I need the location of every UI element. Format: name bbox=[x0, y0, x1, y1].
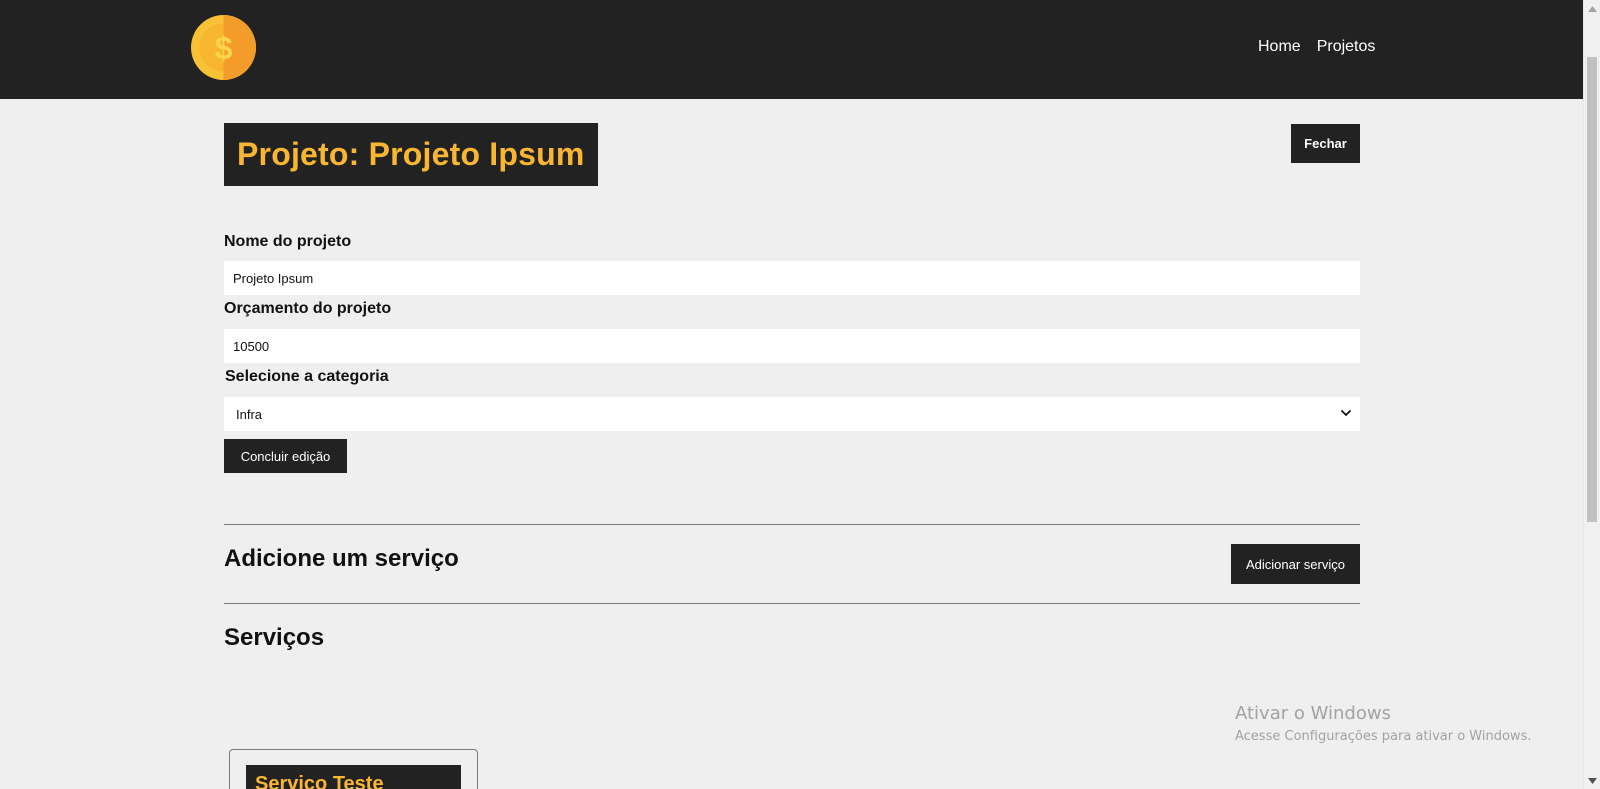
add-service-title: Adicione um serviço bbox=[224, 545, 459, 572]
nav-link-home[interactable]: Home bbox=[1258, 38, 1301, 56]
service-card-title-box: Serviço Teste bbox=[246, 765, 461, 789]
project-budget-input[interactable]: 10500 bbox=[224, 329, 1360, 363]
nav-link-projetos[interactable]: Projetos bbox=[1317, 38, 1376, 56]
project-name-label: Nome do projeto bbox=[224, 233, 352, 250]
vertical-scrollbar[interactable] bbox=[1583, 0, 1600, 789]
chevron-down-icon bbox=[1340, 407, 1352, 419]
services-title: Serviços bbox=[224, 624, 325, 651]
windows-activation-watermark: Ativar o Windows Acesse Configurações pa… bbox=[1235, 703, 1531, 744]
category-select[interactable]: Infra bbox=[224, 397, 1360, 431]
category-selected-value: Infra bbox=[236, 406, 263, 422]
watermark-subtitle: Acesse Configurações para ativar o Windo… bbox=[1235, 729, 1532, 744]
project-budget-value: 10500 bbox=[233, 338, 270, 354]
scroll-down-arrow-icon[interactable] bbox=[1584, 772, 1600, 789]
project-name-value: Projeto Ipsum bbox=[233, 270, 314, 286]
divider bbox=[224, 603, 1360, 604]
page: $ Home Projetos Projeto: Projeto Ipsum F… bbox=[0, 0, 1583, 789]
coin-dollar-icon[interactable]: $ bbox=[191, 15, 256, 80]
category-label: Selecione a categoria bbox=[225, 368, 389, 385]
navbar: $ Home Projetos bbox=[0, 0, 1583, 99]
divider bbox=[224, 524, 1360, 525]
finish-edit-button[interactable]: Concluir edição bbox=[224, 439, 347, 473]
add-service-button[interactable]: Adicionar serviço bbox=[1231, 544, 1360, 584]
project-title: Projeto: Projeto Ipsum bbox=[237, 136, 585, 172]
scrollbar-thumb[interactable] bbox=[1587, 57, 1597, 522]
svg-text:$: $ bbox=[215, 30, 233, 66]
project-title-box: Projeto: Projeto Ipsum bbox=[224, 123, 598, 186]
scroll-up-arrow-icon[interactable] bbox=[1584, 0, 1600, 17]
project-budget-label: Orçamento do projeto bbox=[224, 300, 392, 317]
nav-links: Home Projetos bbox=[1258, 38, 1375, 56]
service-card: Serviço Teste bbox=[229, 749, 478, 789]
service-card-title: Serviço Teste bbox=[255, 773, 384, 789]
watermark-title: Ativar o Windows bbox=[1235, 703, 1391, 724]
close-button[interactable]: Fechar bbox=[1291, 124, 1360, 163]
project-name-input[interactable]: Projeto Ipsum bbox=[224, 261, 1360, 295]
